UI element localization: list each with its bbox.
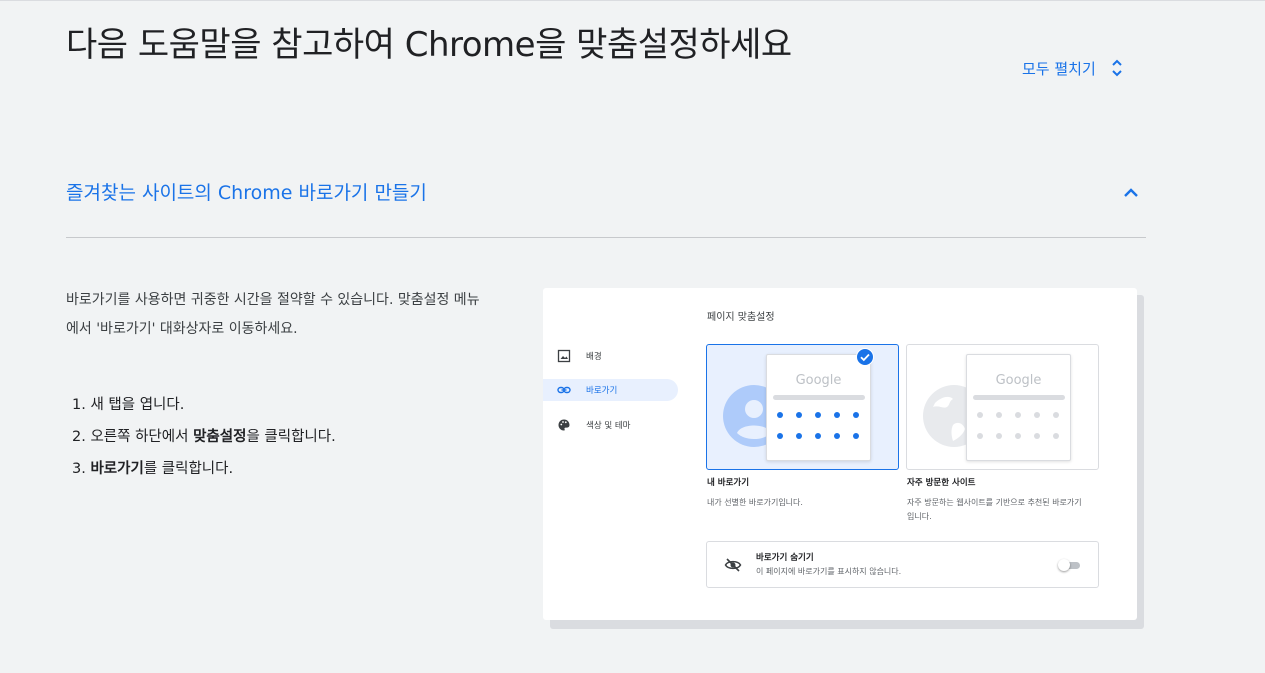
step-item: 3. 바로가기를 클릭합니다. xyxy=(72,456,336,488)
section-title-shortcuts[interactable]: 즐겨찾는 사이트의 Chrome 바로가기 만들기 xyxy=(66,178,427,205)
step-text: 새 탭을 엽니다. xyxy=(90,397,185,413)
google-logo: Google xyxy=(995,373,1042,388)
intro-text: 바로가기를 사용하면 귀중한 시간을 절약할 수 있습니다. 맞춤설정 메뉴에서… xyxy=(66,292,480,337)
most-visited-card: Google xyxy=(906,344,1099,470)
hide-shortcuts-title: 바로가기 숨기기 xyxy=(756,553,814,563)
sidebar-item-background: 배경 xyxy=(543,345,678,367)
link-icon xyxy=(557,383,571,397)
step-item: 2. 오른쪽 하단에서 맞춤설정을 클릭합니다. xyxy=(72,424,336,456)
hide-shortcuts-desc: 이 페이지에 바로가기를 표시하지 않습니다. xyxy=(756,567,902,576)
step-text-end: 를 클릭합니다. xyxy=(143,461,234,477)
google-logo: Google xyxy=(795,373,842,388)
most-visited-title: 자주 방문한 사이트 xyxy=(907,478,976,488)
sidebar-item-label: 바로가기 xyxy=(586,386,618,396)
image-icon xyxy=(557,349,571,363)
toggle-knob xyxy=(1058,559,1070,571)
step-number: 1. xyxy=(72,397,86,413)
palette-icon xyxy=(557,418,571,432)
illustration-heading: 페이지 맞춤설정 xyxy=(707,312,775,323)
sidebar-item-shortcuts: 바로가기 xyxy=(543,379,678,401)
mini-search-bar xyxy=(773,395,865,400)
most-visited-desc: 자주 방문하는 웹사이트를 기반으로 추천된 바로가기입니다. xyxy=(907,498,1082,521)
check-circle-icon xyxy=(856,348,874,366)
sidebar-item-label: 색상 및 테마 xyxy=(586,421,631,431)
steps-list: 1. 새 탭을 엽니다. 2. 오른쪽 하단에서 맞춤설정을 클릭합니다. 3.… xyxy=(72,392,336,488)
mini-new-tab-page: Google xyxy=(766,354,871,461)
sidebar-item-label: 배경 xyxy=(586,352,602,362)
customize-page-illustration: 페이지 맞춤설정 배경 바로가기 색상 및 테마 Google Google 내… xyxy=(543,288,1137,620)
my-shortcuts-desc: 내가 선별한 바로가기입니다. xyxy=(707,498,803,507)
unfold-more-icon xyxy=(1110,57,1124,79)
mini-new-tab-page: Google xyxy=(966,354,1071,461)
top-divider xyxy=(0,0,1265,1)
section-divider xyxy=(66,237,1146,238)
shortcut-dot-grid xyxy=(777,412,867,454)
step-item: 1. 새 탭을 엽니다. xyxy=(72,392,336,424)
my-shortcuts-title: 내 바로가기 xyxy=(707,478,750,488)
step-text-end: 을 클릭합니다. xyxy=(246,429,336,445)
step-bold-text: 바로가기 xyxy=(90,461,144,477)
hide-shortcuts-option: 바로가기 숨기기 이 페이지에 바로가기를 표시하지 않습니다. xyxy=(706,541,1099,588)
step-text: 오른쪽 하단에서 xyxy=(90,429,194,445)
sidebar-item-color-theme: 색상 및 테마 xyxy=(543,414,678,436)
expand-all-label: 모두 펼치기 xyxy=(1022,59,1096,78)
shortcut-dot-grid xyxy=(977,412,1067,454)
step-number: 2. xyxy=(72,429,86,445)
mini-search-bar xyxy=(973,395,1065,400)
expand-all-button[interactable]: 모두 펼치기 xyxy=(1022,56,1124,80)
step-number: 3. xyxy=(72,461,86,477)
chevron-up-icon[interactable] xyxy=(1120,182,1142,204)
step-bold-text: 맞춤설정 xyxy=(193,429,247,445)
hide-shortcuts-toggle xyxy=(1058,559,1080,571)
page-title: 다음 도움말을 참고하여 Chrome을 맞춤설정하세요 xyxy=(66,25,792,65)
visibility-off-icon xyxy=(724,556,742,574)
